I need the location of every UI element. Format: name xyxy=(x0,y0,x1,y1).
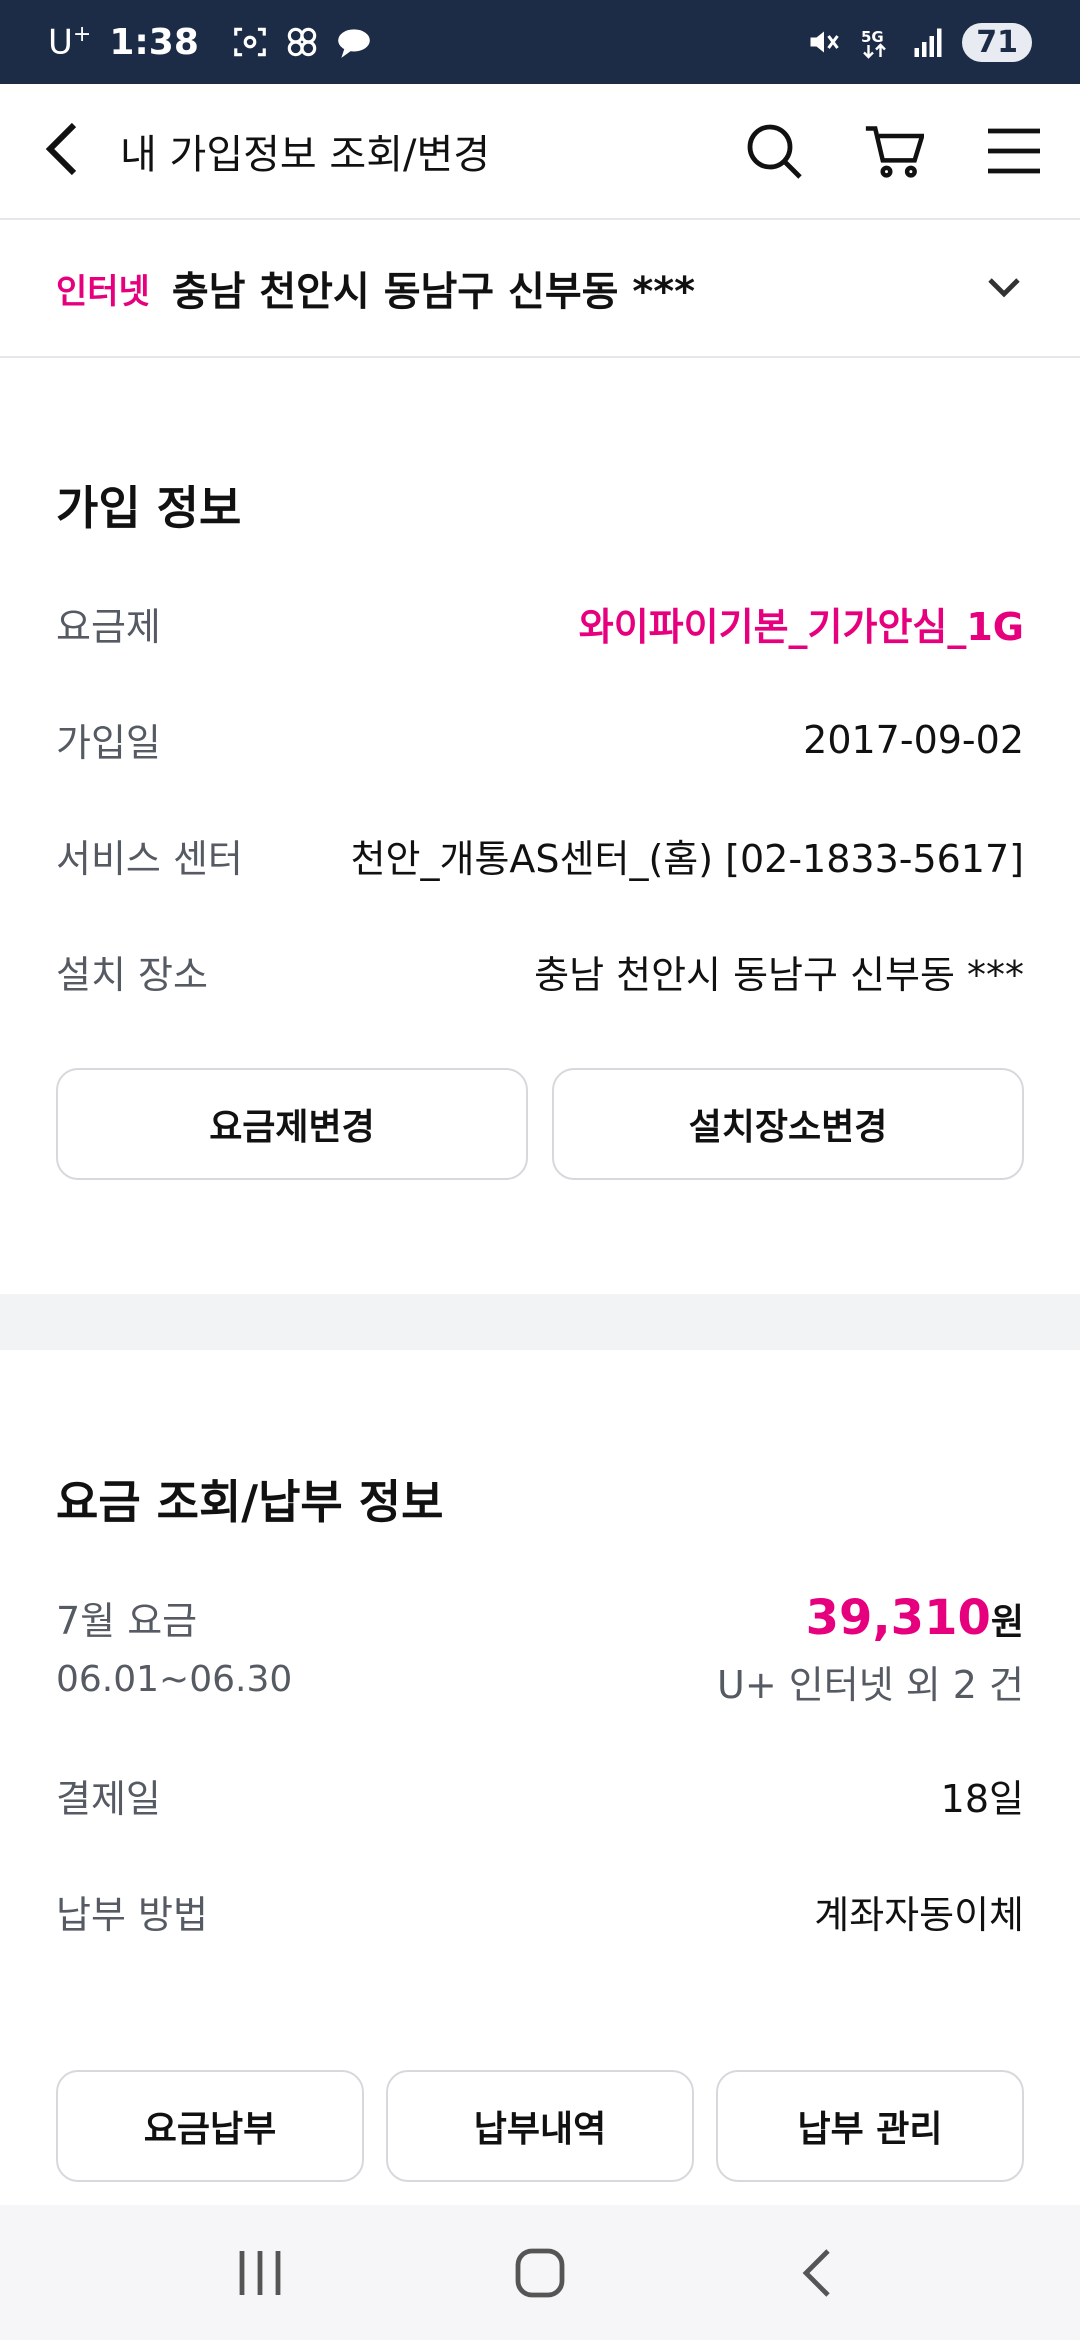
row-label: 결제일 xyxy=(56,1777,161,1821)
status-right: 5G 71 xyxy=(806,22,1032,62)
search-icon[interactable] xyxy=(744,121,804,181)
billing-section-title: 요금 조회/납부 정보 xyxy=(56,1475,444,1529)
status-left: U+ 1:38 xyxy=(48,22,373,63)
month-label: 7월 요금 xyxy=(56,1599,198,1643)
change-plan-button[interactable]: 요금제변경 xyxy=(56,1068,528,1180)
pinwheel-icon xyxy=(287,27,317,57)
payment-history-button[interactable]: 납부내역 xyxy=(386,2070,694,2182)
pay-bill-button[interactable]: 요금납부 xyxy=(56,2070,364,2182)
app-header: 내 가입정보 조회/변경 xyxy=(0,84,1080,218)
menu-icon[interactable] xyxy=(984,121,1044,181)
status-time: 1:38 xyxy=(109,21,199,63)
amount-value: 39,310 xyxy=(805,1590,991,1646)
row-join-date: 가입일 2017-09-02 xyxy=(56,712,1024,767)
row-payment-method: 납부 방법 계좌자동이체 xyxy=(56,1884,1024,1939)
chat-bubble-icon xyxy=(338,29,370,58)
row-label: 가입일 xyxy=(56,721,161,765)
header-actions xyxy=(744,121,1044,181)
row-service-center: 서비스 센터 천안_개통AS센터_(홈) [02-1833-5617] xyxy=(56,828,1024,883)
install-location-value: 충남 천안시 동남구 신부동 *** xyxy=(534,953,1024,997)
status-bar: U+ 1:38 5G 71 xyxy=(0,0,1080,84)
chevron-left-icon xyxy=(45,122,77,176)
chevron-down-icon xyxy=(988,278,1020,298)
subscription-section-title: 가입 정보 xyxy=(56,481,242,535)
amount-detail: U+ 인터넷 외 2 건 xyxy=(717,1663,1024,1707)
network-5g-icon: 5G xyxy=(861,28,887,59)
row-plan: 요금제 와이파이기본_기가안심_1G xyxy=(56,596,1024,651)
amount-unit: 원 xyxy=(990,1602,1024,1643)
recent-apps-icon[interactable] xyxy=(230,2243,290,2303)
fee-amount[interactable]: 39,310원 xyxy=(717,1590,1024,1646)
back-button[interactable] xyxy=(40,119,84,183)
change-location-button[interactable]: 설치장소변경 xyxy=(552,1068,1024,1180)
fee-value-group: 39,310원 U+ 인터넷 외 2 건 xyxy=(717,1590,1024,1709)
row-label: 설치 장소 xyxy=(56,953,208,997)
signal-icon xyxy=(914,28,942,57)
row-install-location: 설치 장소 충남 천안시 동남구 신부동 *** xyxy=(56,944,1024,999)
row-payment-day: 결제일 18일 xyxy=(56,1768,1024,1823)
back-nav-icon[interactable] xyxy=(790,2243,850,2303)
carrier-label: U+ xyxy=(48,21,92,63)
row-label: 서비스 센터 xyxy=(56,837,243,881)
row-monthly-fee: 7월 요금 06.01~06.30 39,310원 U+ 인터넷 외 2 건 xyxy=(56,1590,1024,1709)
system-nav-bar xyxy=(0,2205,1080,2340)
service-address: 충남 천안시 동남구 신부동 *** xyxy=(171,269,696,315)
service-selector[interactable]: 인터넷 충남 천안시 동남구 신부동 *** xyxy=(0,218,1080,358)
service-center-value: 천안_개통AS센터_(홈) [02-1833-5617] xyxy=(350,837,1024,881)
cart-icon[interactable] xyxy=(864,121,924,181)
join-date-value: 2017-09-02 xyxy=(803,717,1024,762)
payment-manage-button[interactable]: 납부 관리 xyxy=(716,2070,1024,2182)
svg-text:5G: 5G xyxy=(861,28,884,46)
section-divider xyxy=(0,1294,1080,1350)
fee-label-group: 7월 요금 06.01~06.30 xyxy=(56,1590,292,1700)
billing-period: 06.01~06.30 xyxy=(56,1659,293,1700)
plan-value: 와이파이기본_기가안심_1G xyxy=(578,605,1024,649)
service-type-tag: 인터넷 xyxy=(56,271,150,312)
home-icon[interactable] xyxy=(510,2243,570,2303)
screenshot-icon xyxy=(234,27,266,57)
battery-indicator: 71 xyxy=(962,22,1032,62)
row-label: 요금제 xyxy=(56,605,161,649)
row-label: 납부 방법 xyxy=(56,1893,208,1937)
payment-method-value: 계좌자동이체 xyxy=(814,1893,1024,1937)
mute-icon xyxy=(810,31,839,53)
payment-day-value: 18일 xyxy=(940,1777,1024,1821)
page-title: 내 가입정보 조회/변경 xyxy=(120,132,491,178)
